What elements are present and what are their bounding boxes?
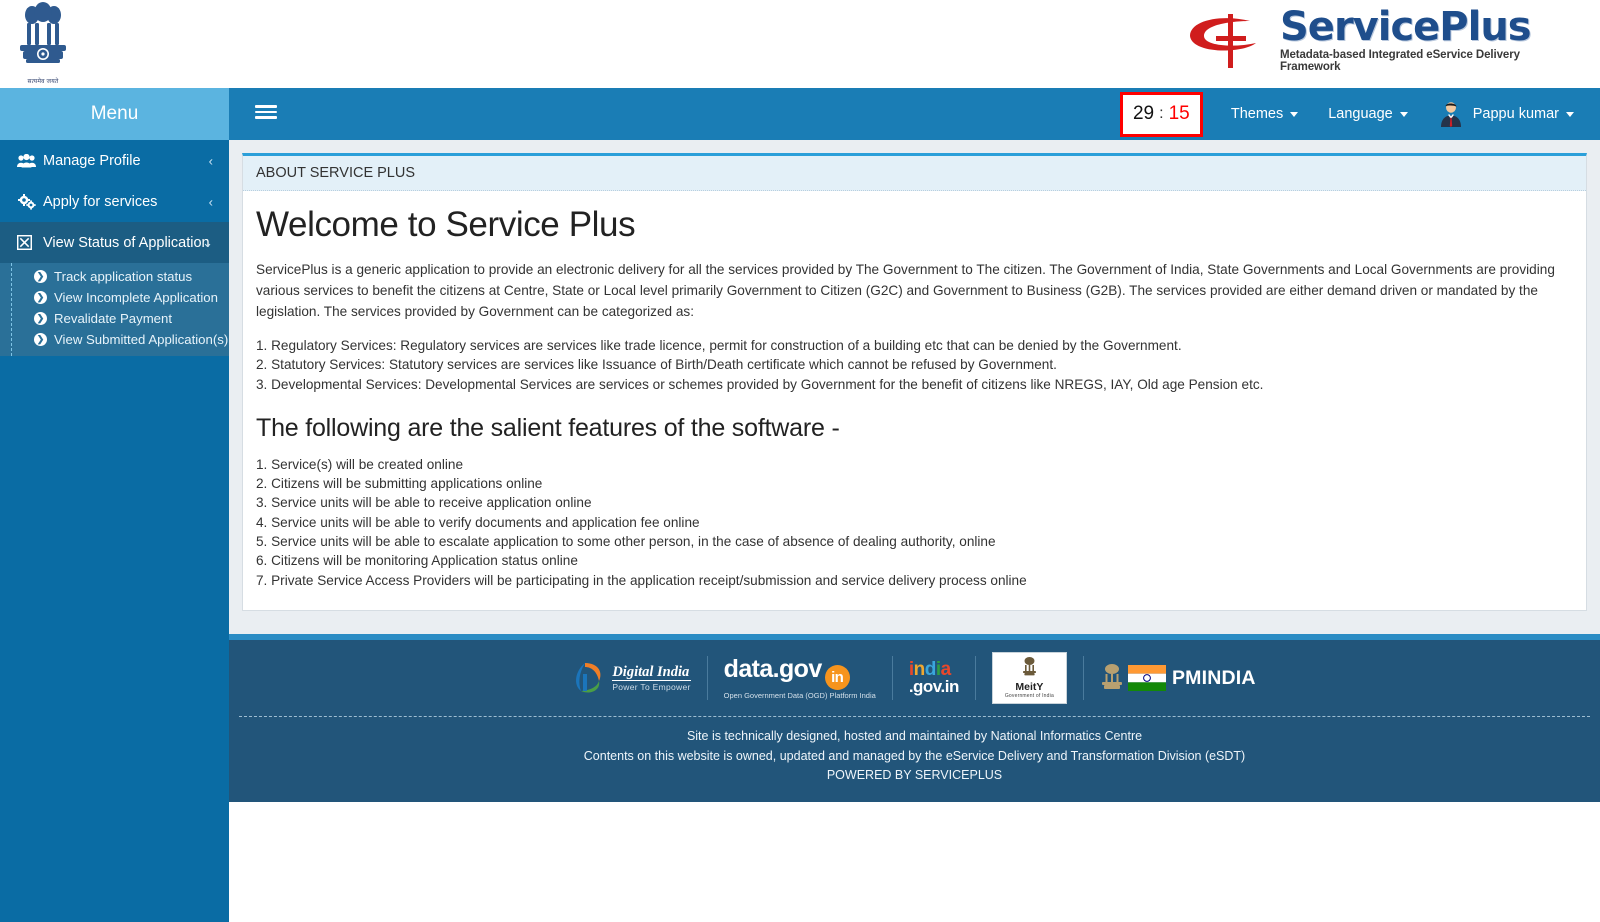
timer-separator: :: [1159, 105, 1164, 122]
top-navbar: 29 : 15 Themes Language Pappu kumar: [229, 88, 1600, 140]
chevron-down-icon: [1399, 111, 1408, 117]
themes-label: Themes: [1230, 106, 1284, 122]
footer-line: Contents on this website is owned, updat…: [583, 748, 1246, 763]
pmindia-emblem-icon: [1101, 664, 1122, 689]
arrow-right-icon: ❯: [34, 333, 47, 346]
footer-line: POWERED BY SERVICEPLUS: [826, 768, 1003, 782]
ashoka-emblem-icon: [20, 2, 66, 63]
meity-title: MeitY: [1015, 681, 1044, 693]
salient-features-list: 1. Service(s) will be created online 2. …: [256, 455, 1573, 590]
footer-logo-strip: Digital India Power To Empower data.gov i…: [229, 640, 1600, 716]
chevron-left-icon: ‹: [208, 153, 213, 168]
about-service-plus-card: ABOUT SERVICE PLUS Welcome to Service Pl…: [242, 153, 1587, 611]
sidebar-item-manage-profile[interactable]: Manage Profile ‹: [0, 140, 229, 181]
meity-logo[interactable]: MeitY Government of India: [974, 652, 1083, 704]
list-item: 5. Service units will be able to escalat…: [256, 534, 996, 550]
footer-credits: Site is technically designed, hosted and…: [229, 717, 1600, 786]
sidebar-submenu: ❯ Track application status ❯ View Incomp…: [0, 263, 229, 356]
intro-paragraph: ServicePlus is a generic application to …: [256, 262, 1555, 319]
hamburger-menu-icon[interactable]: [255, 102, 277, 122]
session-timer: 29 : 15: [1119, 91, 1203, 137]
timer-minutes: 29: [1132, 103, 1155, 124]
arrow-right-icon: ❯: [34, 270, 47, 283]
pmindia-label: PMINDIA: [1171, 666, 1256, 689]
submenu-item-track-application-status[interactable]: ❯ Track application status: [0, 266, 229, 287]
features-heading: The following are the salient features o…: [256, 413, 840, 442]
page-title: Welcome to Service Plus: [256, 205, 636, 244]
serviceplus-wordmark: ServicePlus: [1280, 4, 1532, 50]
arrow-right-icon: ❯: [34, 291, 47, 304]
card-body: Welcome to Service Plus ServicePlus is a…: [243, 191, 1586, 610]
user-menu-dropdown[interactable]: Pappu kumar: [1438, 101, 1574, 127]
users-icon: [17, 153, 39, 168]
data-gov-in-logo[interactable]: data.gov in Open Government Data (OGD) Pl…: [706, 654, 892, 701]
submenu-item-view-submitted-applications[interactable]: ❯ View Submitted Application(s): [0, 329, 229, 350]
submenu-item-revalidate-payment[interactable]: ❯ Revalidate Payment: [0, 308, 229, 329]
service-categories-list: 1. Regulatory Services: Regulatory servi…: [256, 336, 1573, 394]
sidebar: Menu Manage Profile ‹ Apply for services…: [0, 88, 229, 922]
submenu-item-view-incomplete-application[interactable]: ❯ View Incomplete Application: [0, 287, 229, 308]
submenu-item-label: Revalidate Payment: [54, 311, 173, 326]
language-dropdown[interactable]: Language: [1328, 106, 1408, 122]
india-emblem-logo: सत्यमेव जयते: [12, 2, 74, 86]
sidebar-item-view-status-of-application[interactable]: View Status of Application ⌄: [0, 222, 229, 263]
arrow-right-icon: ❯: [34, 312, 47, 325]
digital-india-logo[interactable]: Digital India Power To Empower: [557, 656, 706, 700]
brand-header: सत्यमेव जयते ServicePlus Metadata-based …: [0, 0, 1600, 88]
boxed-x-icon: [17, 235, 39, 250]
datagov-title: data.gov: [723, 654, 823, 683]
chevron-down-icon: ⌄: [202, 234, 213, 250]
navbar-right-group: 29 : 15 Themes Language Pappu kumar: [1119, 88, 1600, 140]
chevron-left-icon: ‹: [208, 194, 213, 209]
footer-line: Site is technically designed, hosted and…: [686, 729, 1143, 743]
gears-icon: [17, 193, 39, 210]
list-item: 4. Service units will be able to verify …: [256, 514, 700, 530]
list-item: 1. Service(s) will be created online: [256, 456, 464, 472]
serviceplus-logo: ServicePlus Metadata-based Integrated eS…: [1182, 2, 1582, 78]
serviceplus-swoosh-icon: [1190, 14, 1256, 68]
digital-india-icon: [576, 663, 601, 693]
india-flag-icon: [1127, 665, 1166, 691]
submenu-item-label: View Incomplete Application: [54, 290, 218, 305]
submenu-item-label: View Submitted Application(s): [54, 332, 229, 347]
list-item: 3. Developmental Services: Developmental…: [256, 376, 1264, 392]
digital-india-subtitle: Power To Empower: [612, 682, 691, 692]
list-item: 2. Statutory Services: Statutory service…: [256, 357, 1057, 373]
indiagov-title: india: [908, 659, 951, 680]
list-item: 3. Service units will be able to receive…: [256, 495, 592, 511]
sidebar-item-apply-for-services[interactable]: Apply for services ‹: [0, 181, 229, 222]
timer-seconds: 15: [1168, 103, 1190, 124]
list-item: 7. Private Service Access Providers will…: [256, 572, 1027, 588]
sidebar-menu-title: Menu: [0, 88, 229, 140]
language-label: Language: [1328, 106, 1393, 122]
datagov-in-badge: in: [824, 665, 850, 691]
sidebar-item-label: View Status of Application: [43, 234, 210, 251]
themes-dropdown[interactable]: Themes: [1230, 106, 1299, 122]
avatar: [1440, 102, 1461, 127]
user-name-label: Pappu kumar: [1472, 106, 1559, 122]
list-item: 2. Citizens will be submitting applicati…: [256, 476, 543, 492]
list-item: 6. Citizens will be monitoring Applicati…: [256, 553, 578, 569]
chevron-down-icon: [1290, 111, 1299, 117]
india-gov-in-logo[interactable]: india .gov.in: [891, 656, 975, 700]
meity-emblem-icon: [1022, 657, 1036, 676]
chevron-down-icon: [1566, 111, 1574, 117]
sidebar-item-label: Manage Profile: [43, 152, 141, 169]
sidebar-item-label: Apply for services: [43, 193, 158, 210]
digital-india-title: Digital India: [612, 664, 691, 681]
page-footer: Digital India Power To Empower data.gov i…: [229, 634, 1600, 802]
meity-subtitle: Government of India: [1004, 693, 1054, 699]
datagov-subtitle: Open Government Data (OGD) Platform Indi…: [723, 691, 876, 701]
card-title: ABOUT SERVICE PLUS: [243, 156, 1586, 191]
pmindia-logo[interactable]: PMINDIA: [1082, 656, 1272, 700]
submenu-item-label: Track application status: [54, 269, 193, 284]
serviceplus-tagline: Metadata-based Integrated eService Deliv…: [1280, 49, 1520, 73]
indiagov-subtitle: .gov.in: [908, 677, 960, 696]
list-item: 1. Regulatory Services: Regulatory servi…: [256, 338, 1182, 353]
